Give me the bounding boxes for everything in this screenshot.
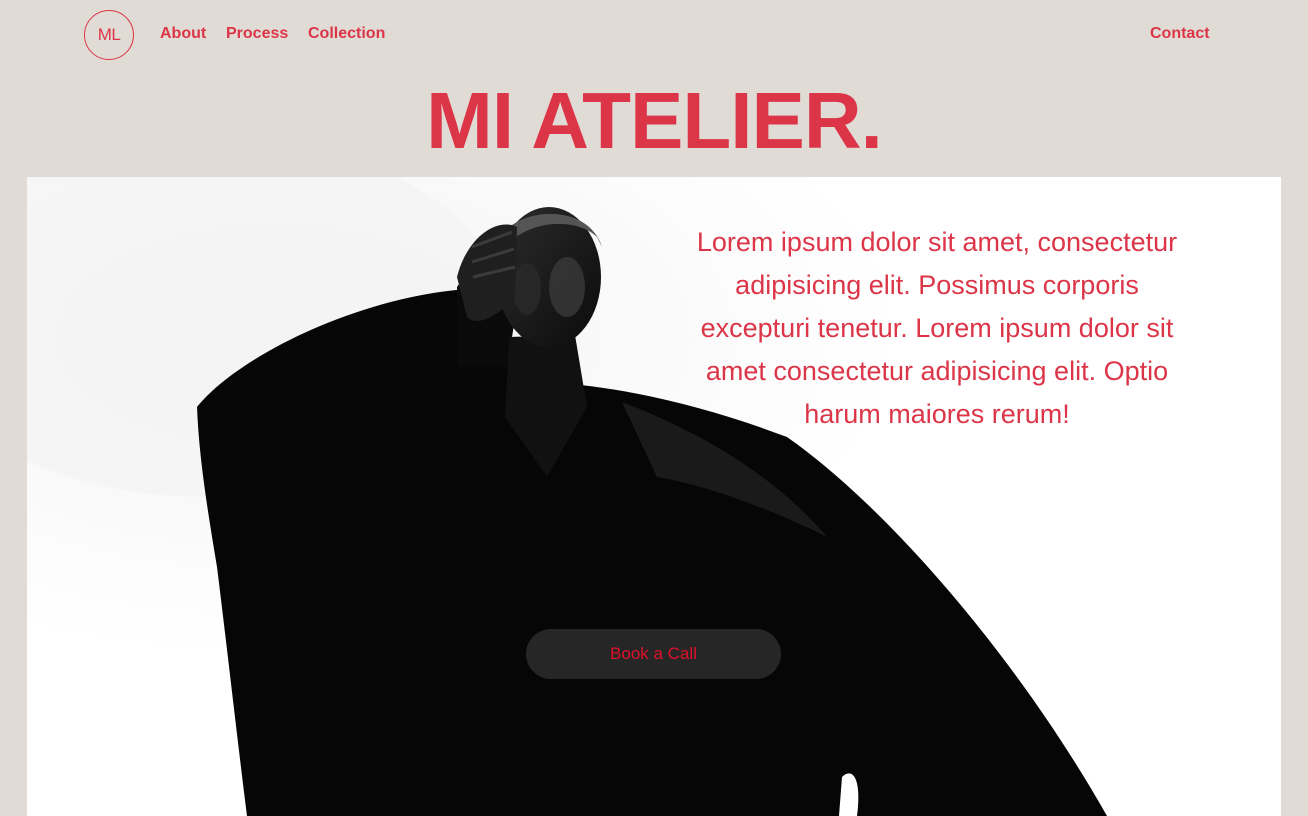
nav-link-contact[interactable]: Contact <box>1150 25 1210 43</box>
nav-link-about[interactable]: About <box>160 25 206 43</box>
page: ML About Process Collection Contact MI A… <box>0 0 1308 816</box>
book-call-button[interactable]: Book a Call <box>526 629 781 679</box>
page-title: MI ATELIER. <box>426 76 883 165</box>
hero-text: Lorem ipsum dolor sit amet, consectetur … <box>696 227 1178 429</box>
nav-link-collection[interactable]: Collection <box>308 25 385 43</box>
nav-link-process[interactable]: Process <box>226 25 288 43</box>
logo[interactable]: ML <box>84 10 134 60</box>
hero-section: Lorem ipsum dolor sit amet, consectetur … <box>27 177 1281 816</box>
